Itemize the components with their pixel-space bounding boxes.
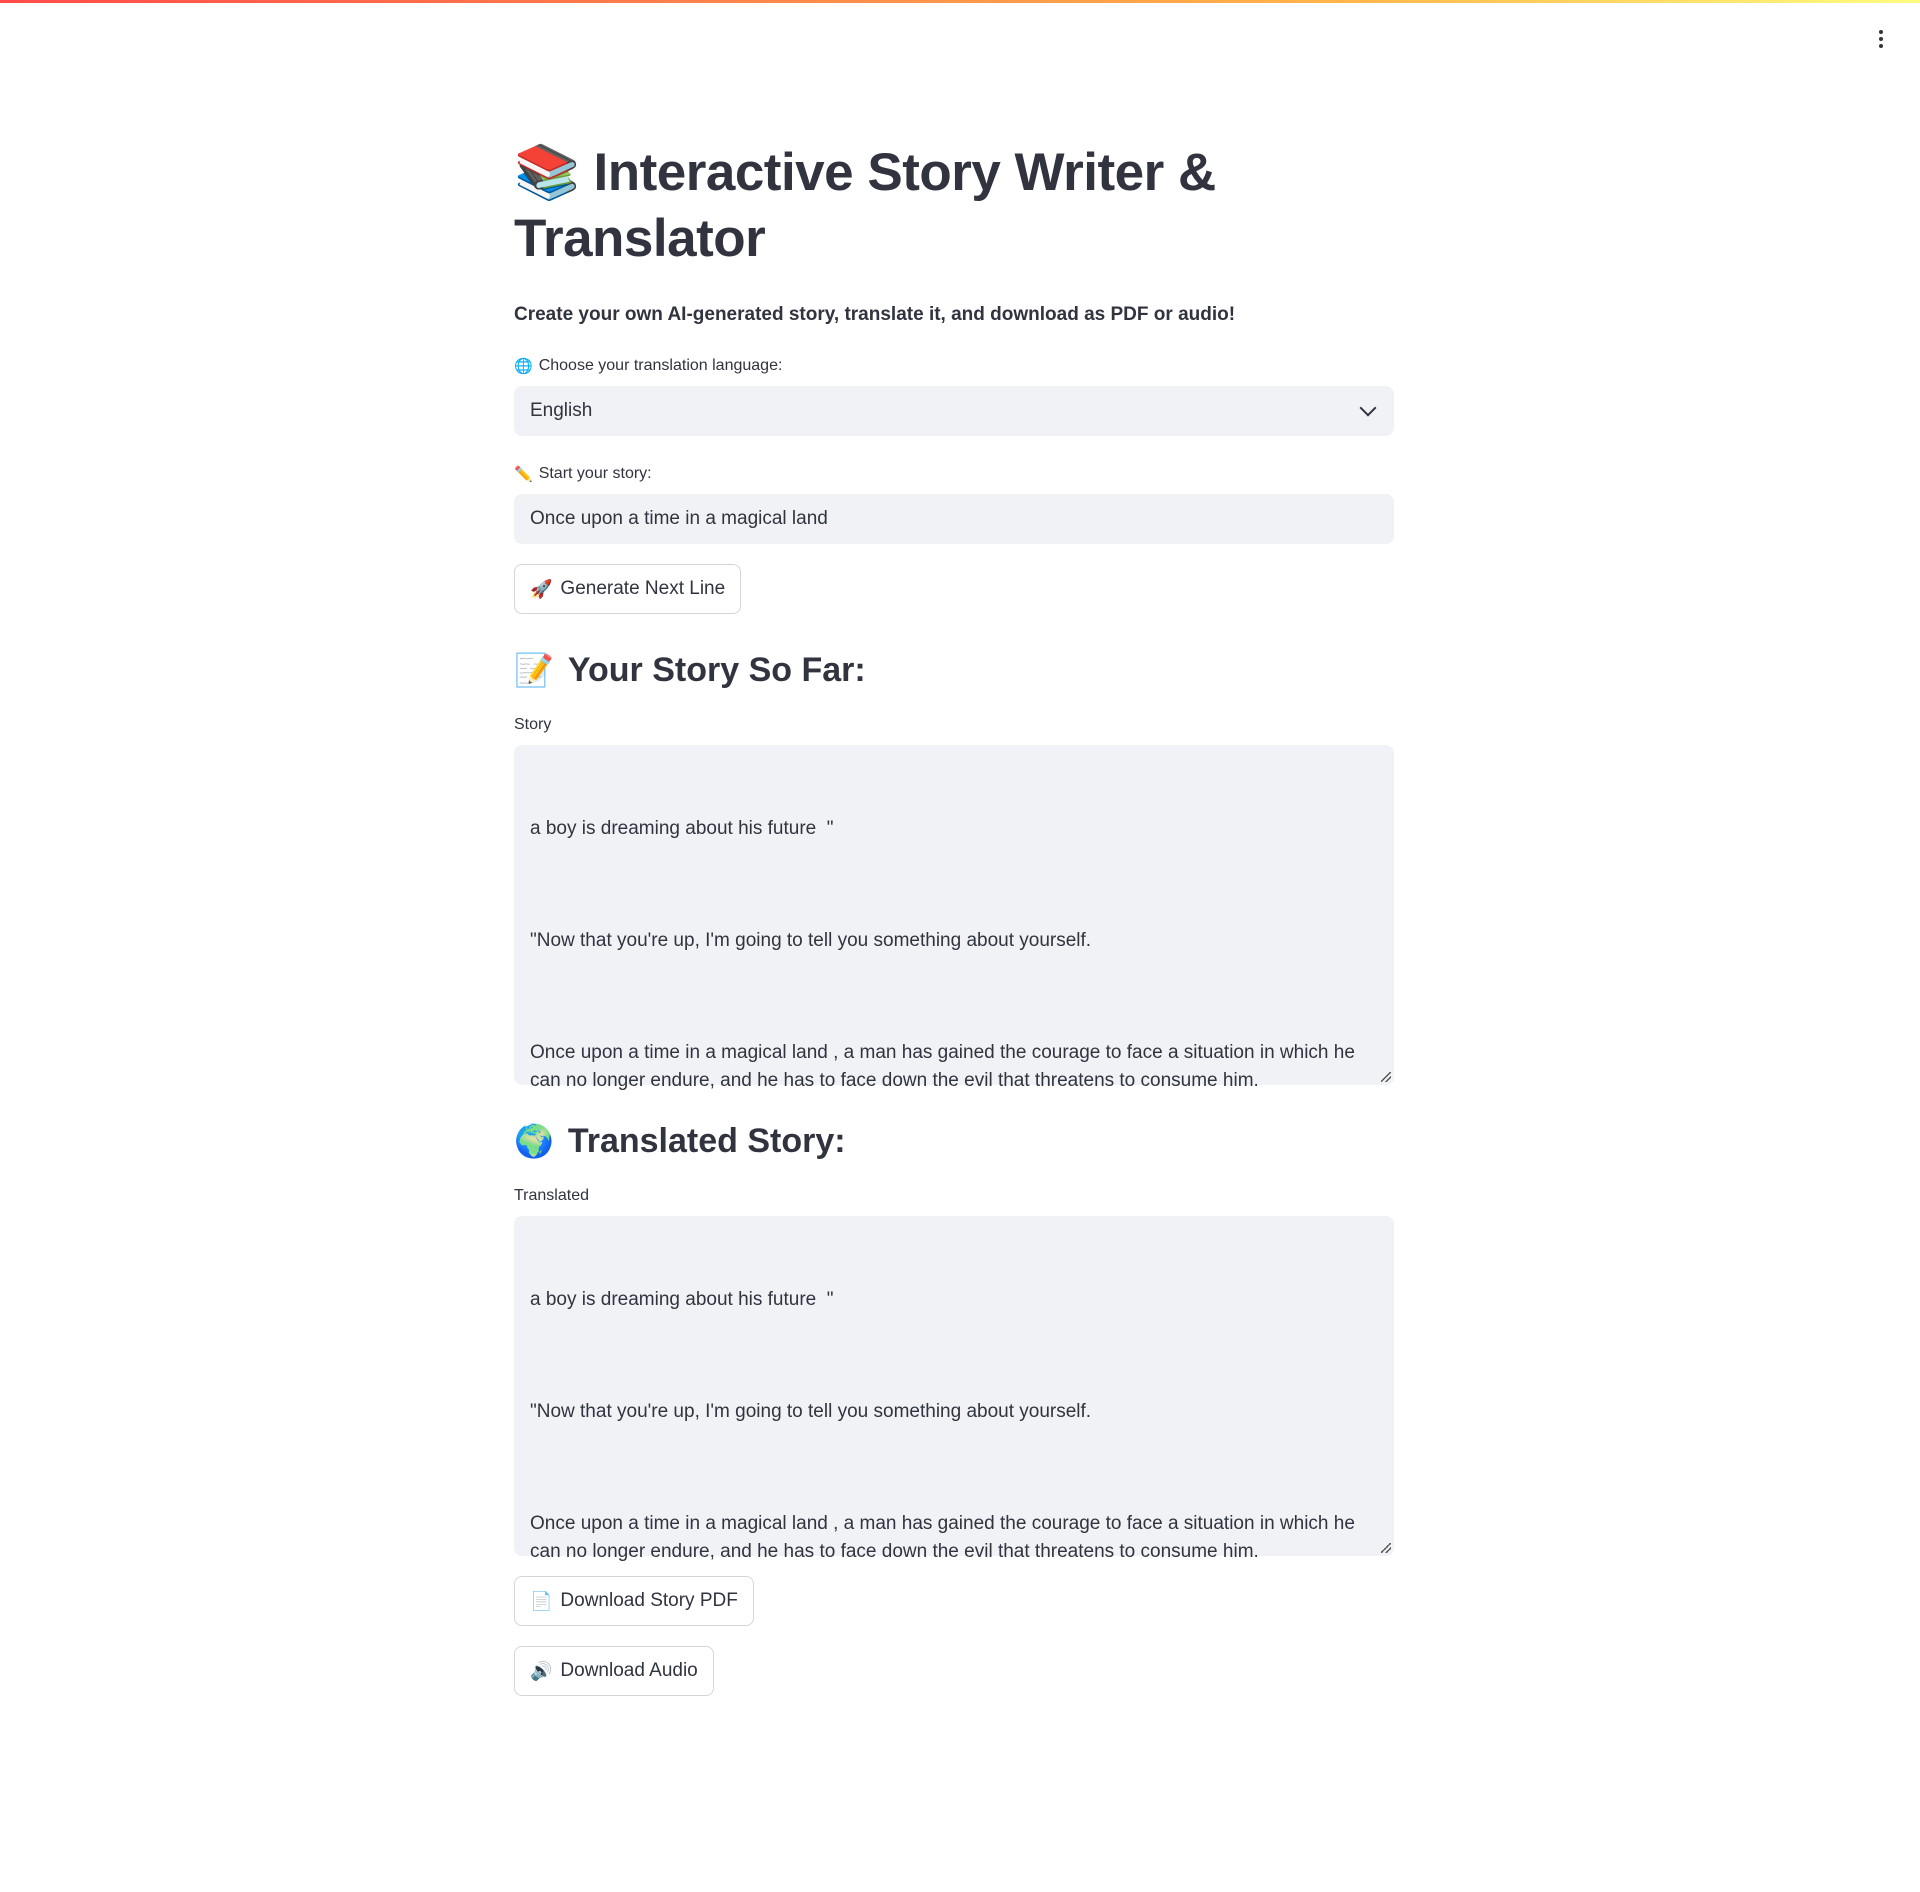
story-section-heading-text: Your Story So Far: [567,651,866,689]
pencil-icon: ✏️ [514,465,533,483]
story-input-group: ✏️ Start your story: Once upon a time in… [514,463,1394,544]
main-menu-button[interactable] [1866,24,1896,54]
language-select-group: 🌐 Choose your translation language: Engl… [514,355,1394,436]
translated-paragraph: a boy is dreaming about his future " [530,1289,834,1310]
kebab-menu-icon [1879,30,1883,34]
story-paragraph: a boy is dreaming about his future " [530,818,834,839]
kebab-menu-icon-dot [1879,44,1883,48]
top-decoration-bar [0,0,1920,3]
language-select-label: 🌐 Choose your translation language: [514,355,1394,377]
translated-paragraph: Once upon a time in a magical land , a m… [530,1513,1361,1562]
resize-handle-icon[interactable] [1381,1072,1391,1082]
books-icon: 📚 [514,142,580,203]
page-subtitle: Create your own AI-generated story, tran… [514,304,1236,325]
page-title-text: Interactive Story Writer & Translator [514,143,1216,268]
translated-textarea-group: Translated a boy is dreaming about his f… [514,1185,1394,1562]
main-content: 📚 Interactive Story Writer & Translator C… [514,140,1394,1696]
language-selected-value: English [530,400,593,421]
story-input-label-text: Start your story: [538,465,652,482]
generate-next-line-label: Generate Next Line [560,578,726,599]
story-textarea-group: Story a boy is dreaming about his future… [514,714,1394,1091]
story-input-label: ✏️ Start your story: [514,463,1394,485]
generate-next-line-button[interactable]: 🚀 Generate Next Line [514,564,742,614]
kebab-menu-icon-dot [1879,37,1883,41]
story-paragraph: Once upon a time in a magical land , a m… [530,1042,1361,1091]
chevron-down-icon [1359,399,1377,417]
language-select-label-text: Choose your translation language: [538,357,783,374]
resize-handle-icon[interactable] [1381,1543,1391,1553]
story-textarea[interactable]: a boy is dreaming about his future " "No… [514,745,1394,1091]
memo-icon: 📝 [514,651,554,689]
story-field-label: Story [514,716,552,733]
rocket-icon: 🚀 [530,578,553,600]
story-start-input[interactable]: Once upon a time in a magical land [514,494,1394,544]
story-section-heading: 📝 Your Story So Far: [514,648,1394,692]
globe-icon: 🌐 [514,357,533,375]
translated-paragraph: "Now that you're up, I'm going to tell y… [530,1401,1092,1422]
translated-textarea[interactable]: a boy is dreaming about his future " "No… [514,1216,1394,1562]
language-select[interactable]: English [514,386,1394,436]
page-title: 📚 Interactive Story Writer & Translator [514,140,1394,272]
story-paragraph: "Now that you're up, I'm going to tell y… [530,930,1092,951]
